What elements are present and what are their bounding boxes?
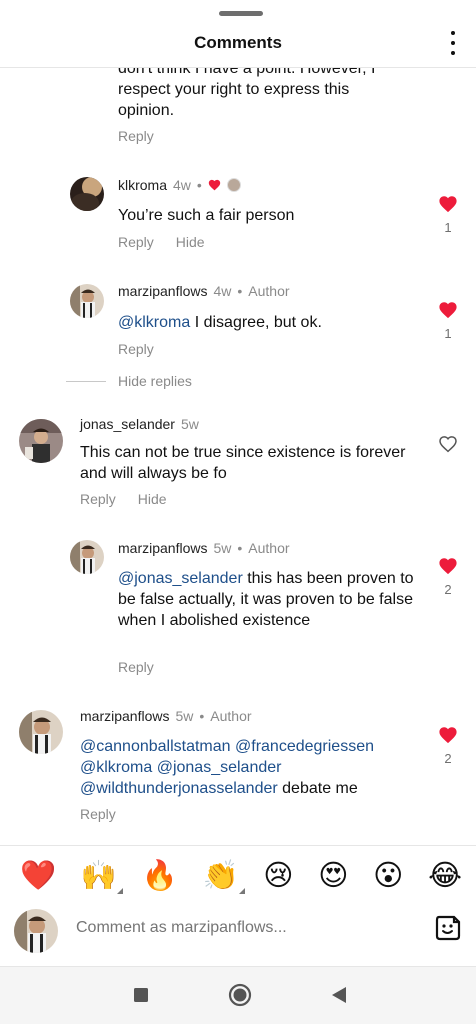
comment-meta: marzipanflows 4w • Author — [118, 283, 290, 299]
reply-button[interactable]: Reply — [118, 341, 154, 357]
avatar[interactable] — [70, 284, 104, 318]
timestamp: 5w — [213, 540, 232, 556]
comment-text: @cannonballstatman @francedegriessen @kl… — [80, 736, 420, 799]
hide-button[interactable]: Hide — [138, 491, 167, 507]
comment-composer — [0, 905, 476, 967]
comment-body: I disagree, but ok. — [190, 314, 322, 331]
heart-icon[interactable] — [438, 195, 458, 213]
timestamp: 5w — [175, 708, 194, 724]
comments-header: Comments — [0, 0, 476, 68]
avatar[interactable] — [19, 710, 63, 754]
comment-meta: marzipanflows 5w • Author — [80, 708, 252, 724]
reply-actions: Reply Hide — [118, 234, 205, 250]
comment-meta: klkroma 4w • — [118, 177, 241, 193]
comment-text: @klkroma I disagree, but ok. — [118, 312, 418, 333]
like-count: 1 — [444, 220, 452, 235]
comment-input[interactable] — [76, 919, 406, 937]
like-count: 2 — [444, 582, 452, 597]
author-badge: Author — [248, 283, 290, 299]
like-count: 1 — [444, 326, 452, 341]
nav-home-icon[interactable] — [228, 983, 252, 1007]
comment-text: @jonas_selander this has been proven to … — [118, 568, 418, 631]
author-badge: Author — [248, 540, 290, 556]
separator-dot: • — [237, 283, 243, 299]
mention-link[interactable]: @klkroma — [118, 314, 190, 331]
avatar[interactable] — [19, 419, 63, 463]
like-control[interactable]: 2 — [437, 726, 459, 766]
liked-by-author-heart-icon — [208, 179, 221, 191]
timestamp: 4w — [213, 283, 232, 299]
like-control[interactable] — [437, 435, 459, 453]
avatar[interactable] — [70, 540, 104, 574]
separator-dot: • — [199, 708, 205, 724]
emoji-heart-eyes[interactable]: 😍 — [318, 861, 348, 890]
drag-handle[interactable] — [219, 11, 263, 16]
hide-replies-toggle[interactable]: Hide replies — [66, 373, 192, 389]
emoji-surprised-face[interactable]: 😮 — [373, 861, 403, 890]
comment-text: You’re such a fair person — [118, 207, 295, 224]
comments-feed[interactable]: don't think I have a point. However, I r… — [0, 0, 476, 845]
like-control[interactable]: 2 — [437, 557, 459, 597]
author-badge: Author — [210, 708, 252, 724]
comment-meta: jonas_selander 5w — [80, 416, 199, 432]
emoji-red-heart[interactable]: ❤️ — [20, 861, 56, 890]
more-options-icon[interactable] — [448, 31, 458, 55]
reply-actions: Reply — [118, 659, 154, 675]
username[interactable]: klkroma — [118, 177, 167, 193]
like-count: 2 — [444, 751, 452, 766]
timestamp: 5w — [180, 416, 199, 432]
reply-button[interactable]: Reply — [118, 659, 154, 675]
reply-actions: Reply — [118, 341, 154, 357]
mention-link[interactable]: @klkroma — [80, 759, 152, 776]
like-control[interactable]: 1 — [437, 195, 459, 235]
like-control[interactable]: 1 — [437, 301, 459, 341]
reply-button[interactable]: Reply — [118, 234, 154, 250]
emoji-raising-hands[interactable]: 🙌 — [81, 861, 123, 894]
author-mini-avatar — [226, 178, 241, 192]
reply-button[interactable]: Reply — [80, 491, 116, 507]
hide-button[interactable]: Hide — [176, 234, 205, 250]
heart-outline-icon[interactable] — [438, 435, 458, 453]
nav-back-icon[interactable] — [331, 986, 347, 1004]
mention-link[interactable]: @cannonballstatman — [80, 738, 231, 755]
mention-link[interactable]: @jonas_selander — [157, 759, 282, 776]
avatar[interactable] — [70, 177, 104, 211]
page-title: Comments — [194, 33, 282, 52]
username[interactable]: marzipanflows — [80, 708, 169, 724]
separator-dot: • — [237, 540, 243, 556]
heart-icon[interactable] — [438, 301, 458, 319]
comment-meta: marzipanflows 5w • Author — [118, 540, 290, 556]
username[interactable]: marzipanflows — [118, 540, 207, 556]
emoji-crying-face[interactable]: 😢 — [263, 861, 293, 890]
emoji-fire[interactable]: 🔥 — [142, 861, 178, 890]
current-user-avatar — [14, 909, 58, 953]
reply-button[interactable]: Reply — [80, 806, 116, 822]
emoji-clapping-hands[interactable]: 👏 — [202, 861, 245, 894]
timestamp: 4w — [173, 177, 191, 193]
heart-icon[interactable] — [438, 726, 458, 744]
comment-body: debate me — [277, 780, 358, 797]
reply-actions: Reply — [80, 806, 116, 822]
comment-text: This can not be true since existence is … — [80, 444, 406, 482]
reply-actions: Reply Hide — [80, 491, 167, 507]
heart-icon[interactable] — [438, 557, 458, 575]
sticker-icon[interactable] — [434, 914, 462, 942]
nav-recents-icon[interactable] — [133, 987, 149, 1003]
mention-link[interactable]: @wildthunderjonasselander — [80, 780, 278, 797]
separator-dot: • — [196, 177, 202, 193]
username[interactable]: marzipanflows — [118, 283, 207, 299]
mention-link[interactable]: @jonas_selander — [118, 570, 243, 587]
username[interactable]: jonas_selander — [80, 416, 175, 432]
reply-button[interactable]: Reply — [118, 128, 154, 144]
reply-actions: Reply — [118, 128, 154, 144]
emoji-quick-bar: ❤️ 🙌 🔥 👏 😢 😍 😮 😂 — [0, 845, 476, 905]
hide-replies-label[interactable]: Hide replies — [118, 373, 192, 389]
divider-line — [66, 380, 106, 382]
mention-link[interactable]: @francedegriessen — [235, 738, 374, 755]
emoji-tears-of-joy[interactable]: 😂 — [428, 861, 462, 890]
system-navigation-bar — [0, 967, 476, 1024]
